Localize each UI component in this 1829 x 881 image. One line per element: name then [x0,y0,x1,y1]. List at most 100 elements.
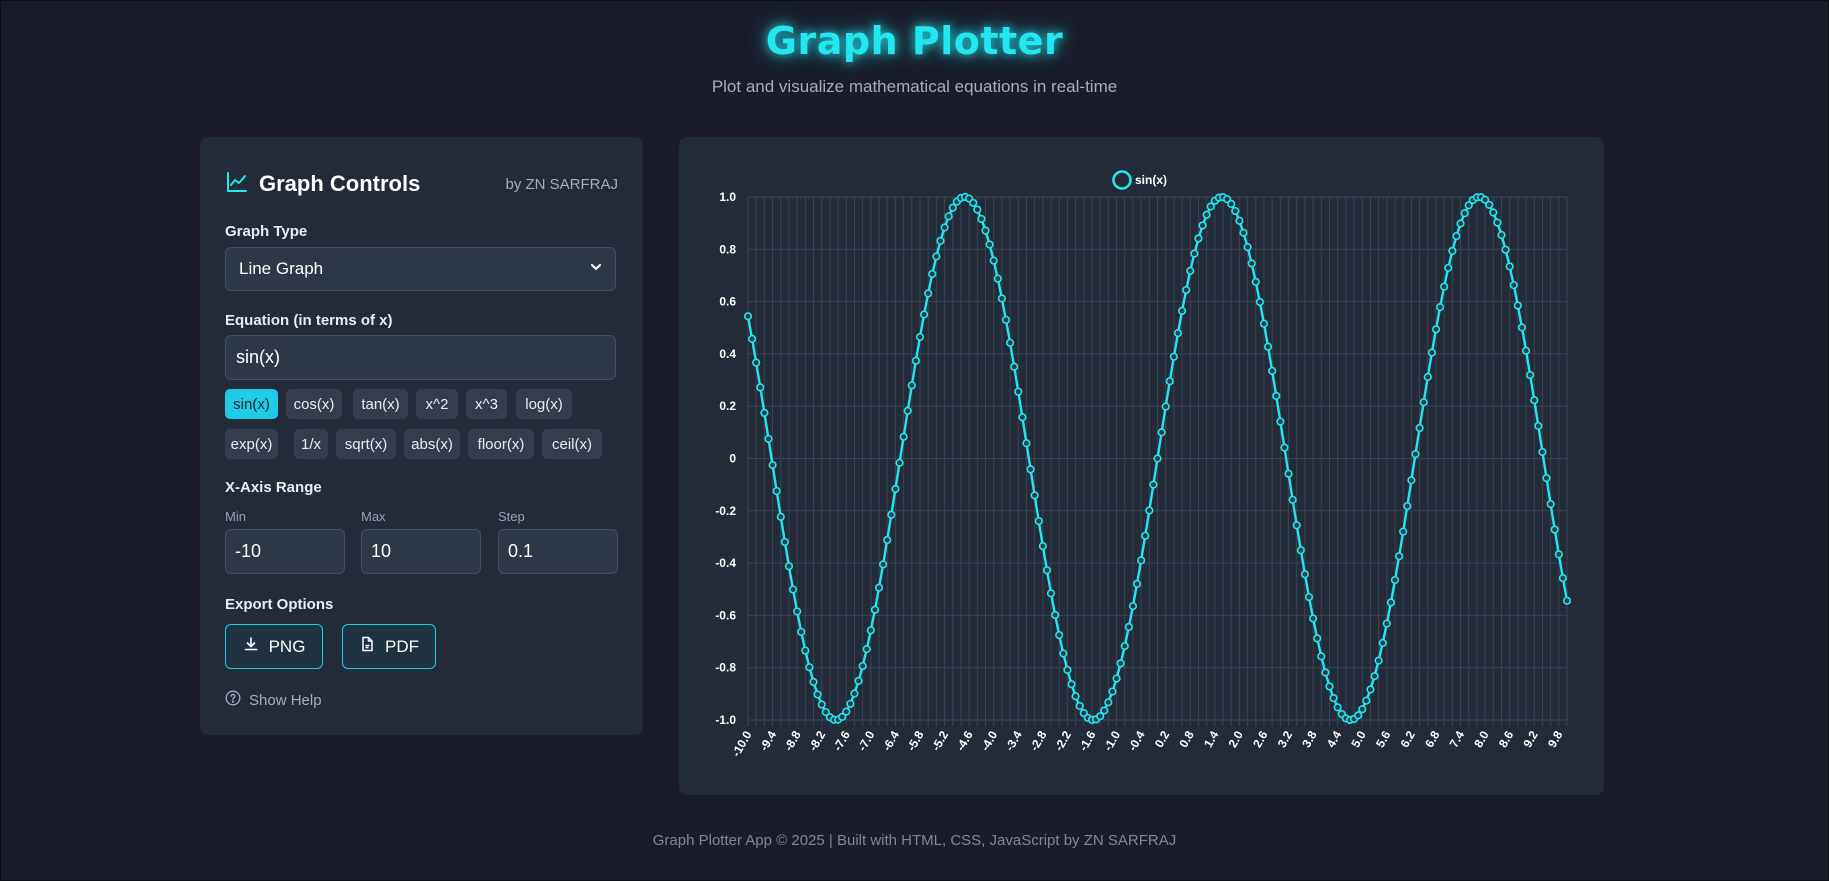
data-point [1505,262,1514,271]
data-point [1046,589,1056,598]
data-point [862,645,871,654]
data-point [793,607,802,616]
data-point [1186,266,1195,276]
chart-canvas[interactable]: 1.00.80.60.40.20-0.2-0.4-0.6-0.8-1.0-10.… [679,137,1604,795]
data-point [1051,610,1060,620]
x-tick-label: 1.4 [1201,728,1222,750]
chart-card: 1.0 0.8 0.6 0.4 0.2 0 -0.2 -0.4 -0.6 -0.8 -1.0 -10.… [679,137,1604,795]
data-point [870,605,880,614]
data-point [1382,619,1391,628]
data-point [1362,696,1371,705]
function-chip-log-x[interactable]: log(x) [516,389,572,419]
data-point [969,198,978,207]
data-point [1435,303,1445,312]
data-point [1521,346,1531,355]
function-chip-ceil-x[interactable]: ceil(x) [542,429,602,459]
controls-panel: Graph Controls by ZN SARFRAJ Graph Type … [200,137,643,735]
y-tick-label: -0.6 [715,608,736,622]
data-point [997,294,1006,303]
function-chip-abs-x[interactable]: abs(x) [404,429,460,459]
file-pdf-icon [359,636,375,657]
step-input[interactable]: 0.1 [498,529,618,574]
data-point [1292,521,1301,530]
x-tick-label: -2.2 [1052,728,1075,753]
data-point [1231,206,1240,216]
equation-input[interactable]: sin(x) [225,335,616,380]
data-point [842,707,851,716]
function-chip-tan-x[interactable]: tan(x) [353,389,408,419]
data-point [911,356,920,365]
data-point [1137,556,1146,565]
data-point [1059,649,1068,658]
page-footer: Graph Plotter App © 2025 | Built with HT… [652,832,1177,849]
function-chip-1-x[interactable]: 1/x [294,429,328,459]
chevron-down-icon [589,259,603,279]
download-icon [243,636,259,657]
function-chip-x-3[interactable]: x^3 [466,389,507,419]
data-point [1558,574,1568,583]
data-point [780,537,789,547]
function-chip-x-2[interactable]: x^2 [416,389,458,419]
data-point [1284,469,1293,478]
x-tick-label: 4.4 [1324,728,1345,750]
function-chip-sin-x[interactable]: sin(x) [225,389,278,419]
data-point [1419,398,1428,407]
data-point [788,585,798,594]
data-point [1116,659,1125,668]
data-point [1042,566,1052,575]
data-point [944,212,953,221]
min-label: Min [225,509,246,524]
x-tick-label: -8.8 [781,728,804,753]
y-tick-label: 1.0 [719,190,736,204]
data-point [866,626,875,635]
data-point [1182,285,1191,295]
x-min-input[interactable]: -10 [225,529,345,574]
export-png-button[interactable]: PNG [225,624,323,669]
show-help-link[interactable]: Show Help [225,690,322,710]
function-chip-cos-x[interactable]: cos(x) [286,389,342,419]
graph-type-value: Line Graph [239,259,324,278]
function-chip-floor-x[interactable]: floor(x) [468,429,534,459]
data-point [1485,200,1494,209]
export-pdf-button[interactable]: PDF [342,624,436,669]
data-point [1227,199,1236,208]
x-tick-label: 8.6 [1496,728,1517,750]
data-point [809,677,818,687]
x-tick-label: 5.0 [1348,728,1369,750]
function-chip-sqrt-x[interactable]: sqrt(x) [336,429,396,459]
data-point [895,458,904,468]
data-point [747,334,757,343]
data-point [1124,622,1133,632]
legend-label: sin(x) [1135,173,1167,187]
data-point [1198,221,1207,230]
data-point [1309,614,1318,623]
data-point [936,236,945,245]
data-point [993,274,1002,283]
data-point [1104,698,1113,707]
png-label: PNG [268,636,306,656]
data-point [854,676,863,685]
data-point [1272,391,1281,401]
data-point [879,560,888,569]
data-point [1067,680,1076,689]
graph-type-select[interactable]: Line Graph [225,247,616,291]
function-chip-exp-x[interactable]: exp(x) [225,429,278,459]
data-point [768,460,777,470]
data-point [756,383,765,392]
data-point [1403,502,1412,511]
x-max-input[interactable]: 10 [361,529,481,574]
data-point [883,535,892,545]
data-point [1370,672,1379,681]
data-point [1317,652,1326,661]
data-point [813,690,822,699]
data-point [915,332,925,342]
data-point [1374,656,1383,665]
data-point [940,223,949,232]
data-point [1075,701,1084,711]
x-tick-label: -6.4 [880,728,903,753]
x-tick-label: 6.2 [1398,728,1419,750]
data-point [1423,372,1432,382]
x-tick-label: 0.2 [1152,728,1173,750]
data-point [1501,245,1510,254]
legend-marker [1112,170,1132,190]
